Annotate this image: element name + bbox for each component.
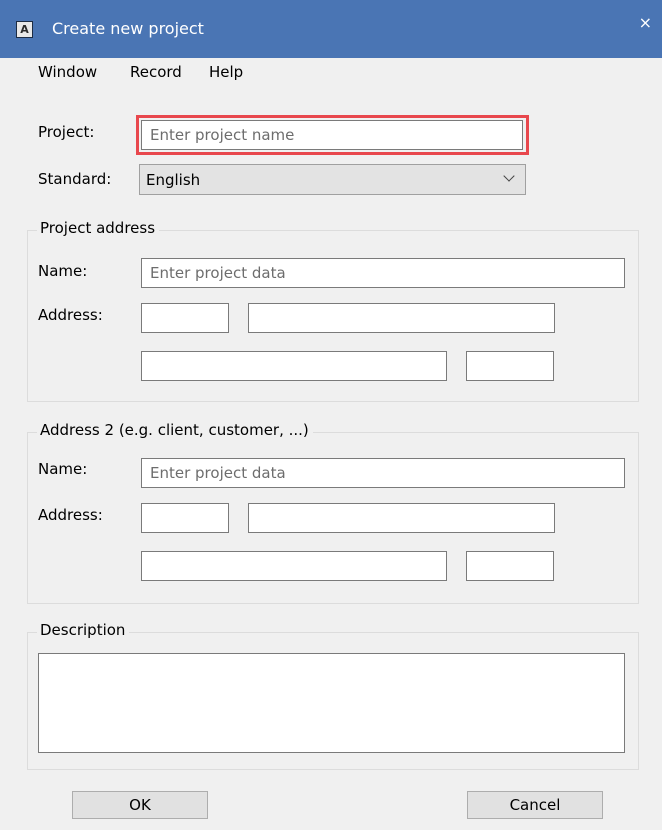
project-label: Project: <box>38 123 95 141</box>
address2-zip-input[interactable] <box>466 551 554 581</box>
project-address-zip-input[interactable] <box>466 351 554 381</box>
address2-address-label: Address: <box>38 506 103 524</box>
project-address-label: Address: <box>38 306 103 324</box>
menu-item-window[interactable]: Window <box>38 63 97 81</box>
window-title: Create new project <box>52 19 204 38</box>
address2-street-input[interactable] <box>248 503 555 533</box>
description-legend: Description <box>37 621 130 639</box>
close-icon[interactable]: × <box>639 13 652 32</box>
project-address-street-input[interactable] <box>248 303 555 333</box>
menu-bar: Window Record Help <box>0 58 662 96</box>
project-name-label: Name: <box>38 262 88 280</box>
ok-button[interactable]: OK <box>72 791 208 819</box>
project-name-input[interactable] <box>141 120 523 150</box>
chevron-down-icon <box>503 170 515 182</box>
title-bar: A Create new project × <box>0 0 662 58</box>
project-address-legend: Project address <box>37 219 160 237</box>
address2-street-number-input[interactable] <box>141 503 229 533</box>
address2-name-label: Name: <box>38 460 88 478</box>
project-address-name-input[interactable] <box>141 258 625 288</box>
cancel-button[interactable]: Cancel <box>467 791 603 819</box>
address2-name-input[interactable] <box>141 458 625 488</box>
address2-city-input[interactable] <box>141 551 447 581</box>
standard-select-value: English <box>146 171 201 189</box>
standard-label: Standard: <box>38 170 112 188</box>
description-textarea[interactable] <box>38 653 625 753</box>
app-icon: A <box>16 21 33 38</box>
address2-legend: Address 2 (e.g. client, customer, ...) <box>37 421 313 439</box>
menu-item-help[interactable]: Help <box>209 63 243 81</box>
project-address-street-number-input[interactable] <box>141 303 229 333</box>
menu-item-record[interactable]: Record <box>130 63 182 81</box>
project-address-city-input[interactable] <box>141 351 447 381</box>
standard-select[interactable]: English <box>139 164 526 195</box>
